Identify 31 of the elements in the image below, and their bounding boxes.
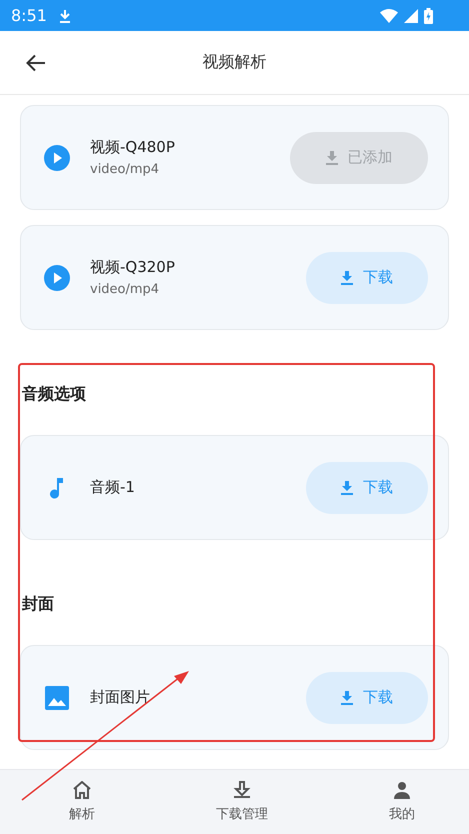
media-title: 视频-Q320P	[90, 258, 176, 277]
play-icon	[44, 264, 70, 290]
media-format: video/mp4	[90, 282, 160, 297]
download-button[interactable]: 下载	[306, 462, 428, 514]
download-icon	[233, 781, 251, 799]
battery-icon	[424, 8, 433, 24]
play-icon	[44, 144, 70, 170]
media-format: video/mp4	[90, 162, 160, 177]
person-icon	[393, 781, 411, 799]
download-button[interactable]: 下载	[306, 252, 428, 304]
download-icon	[341, 270, 353, 284]
home-icon	[72, 781, 92, 799]
nav-tab[interactable]: 下载管理	[190, 770, 294, 834]
section-heading: 音频选项	[22, 384, 87, 405]
image-icon	[44, 684, 70, 710]
download-button[interactable]: 下载	[306, 672, 428, 724]
media-title: 视频-Q480P	[90, 138, 176, 157]
back-arrow-icon	[26, 54, 46, 72]
download-icon	[341, 690, 353, 704]
section-heading: 封面	[22, 594, 55, 615]
status-time: 8:51	[11, 6, 47, 25]
download-icon	[58, 8, 71, 22]
download-icon	[326, 150, 338, 164]
media-title: 音频-1	[90, 478, 136, 497]
signal-icon	[404, 8, 418, 22]
nav-tab[interactable]: 我的	[350, 770, 454, 834]
page-title: 视频解析	[202, 52, 266, 73]
media-title: 封面图片	[90, 688, 151, 707]
wifi-icon	[380, 8, 398, 22]
nav-tab[interactable]: 解析	[30, 770, 134, 834]
download-icon	[341, 480, 353, 494]
